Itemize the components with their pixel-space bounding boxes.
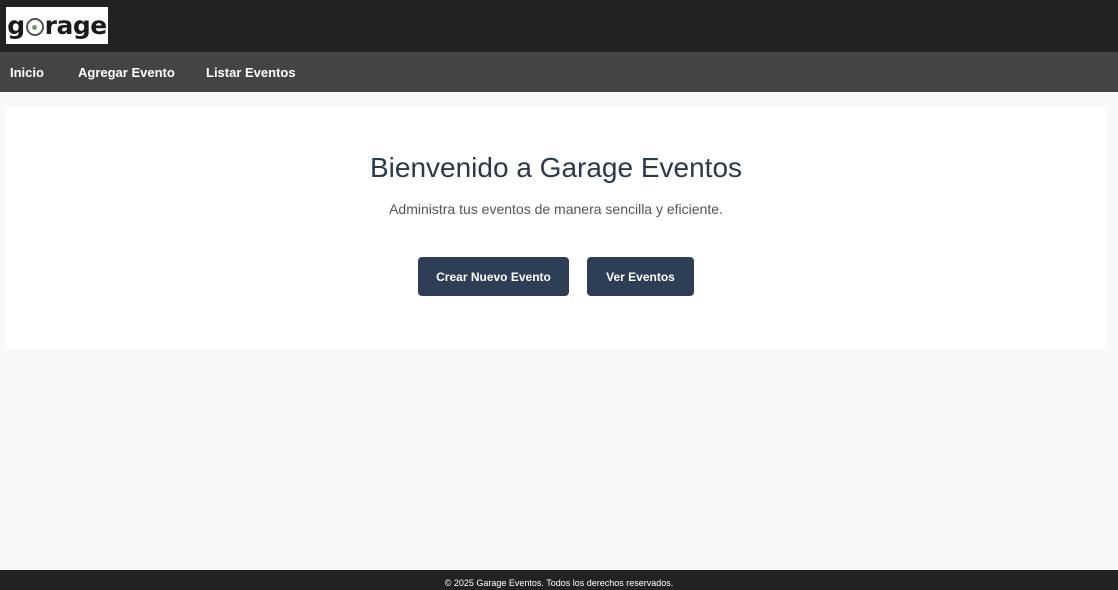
logo-letter-g: g: [7, 11, 25, 40]
page-title: Bienvenido a Garage Eventos: [369, 152, 743, 183]
page-footer: © 2025 Garage Eventos. Todos los derecho…: [0, 570, 1118, 590]
logo-letters-rage: rage: [44, 11, 108, 40]
nav-link-inicio[interactable]: Inicio: [10, 65, 44, 80]
logo-wordmark: g rage: [7, 11, 108, 40]
view-events-button[interactable]: Ver Eventos: [587, 257, 694, 296]
footer-copyright: © 2025 Garage Eventos. Todos los derecho…: [444, 578, 674, 588]
logo-vinyl-icon: [25, 18, 44, 36]
main-navbar: Inicio Agregar Evento Listar Eventos: [0, 52, 1118, 92]
welcome-section: Bienvenido a Garage Eventos Administra t…: [6, 107, 1106, 349]
create-event-button[interactable]: Crear Nuevo Evento: [418, 257, 569, 296]
page-subtitle: Administra tus eventos de manera sencill…: [389, 201, 723, 217]
nav-link-agregar-evento[interactable]: Agregar Evento: [78, 65, 175, 80]
top-header: g rage: [0, 0, 1118, 52]
nav-link-listar-eventos[interactable]: Listar Eventos: [206, 65, 296, 80]
garage-logo[interactable]: g rage: [6, 7, 108, 44]
